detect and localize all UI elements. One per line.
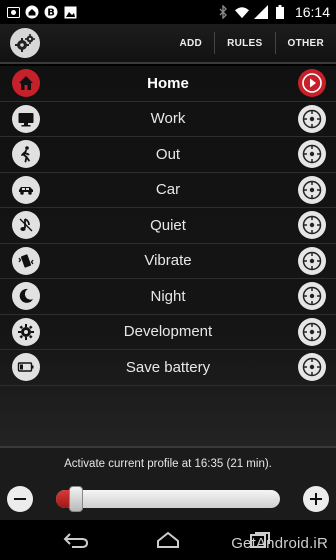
bitcoin-icon: B: [44, 5, 58, 19]
moon-icon: [12, 282, 40, 311]
photo-icon: [6, 5, 20, 19]
schedule-dial-icon[interactable]: [298, 140, 326, 169]
schedule-dial-icon[interactable]: [298, 353, 326, 382]
schedule-dial-icon[interactable]: [298, 104, 326, 133]
gears-icon[interactable]: [10, 28, 40, 58]
profile-row-night[interactable]: Night: [0, 279, 336, 315]
profile-list: Home Work Out Car Quiet Vibrate Night De…: [0, 66, 336, 446]
profile-row-quiet[interactable]: Quiet: [0, 208, 336, 244]
back-button[interactable]: [60, 528, 92, 552]
schedule-panel: Activate current profile at 16:35 (21 mi…: [0, 446, 336, 520]
schedule-dial-icon[interactable]: [298, 175, 326, 204]
gear-icon: [12, 317, 40, 346]
back-icon: [63, 533, 89, 548]
home-icon: [25, 5, 39, 19]
profile-row-save-battery[interactable]: Save battery: [0, 350, 336, 386]
profile-label: Work: [150, 110, 186, 128]
bluetooth-icon: [216, 5, 230, 19]
profile-row-vibrate[interactable]: Vibrate: [0, 244, 336, 279]
rules-button[interactable]: RULES: [215, 31, 274, 55]
status-bar: B 16:14: [0, 0, 336, 24]
profile-row-work[interactable]: Work: [0, 102, 336, 137]
profile-label: Save battery: [125, 358, 211, 376]
schedule-slider-row: [0, 486, 336, 512]
profile-label: Vibrate: [144, 252, 192, 270]
slider-thumb[interactable]: [69, 486, 83, 512]
other-button[interactable]: OTHER: [276, 31, 336, 55]
schedule-dial-icon[interactable]: [298, 211, 326, 240]
profile-label: Out: [155, 145, 181, 163]
profile-row-car[interactable]: Car: [0, 173, 336, 208]
profile-row-home[interactable]: Home: [0, 66, 336, 102]
schedule-slider[interactable]: [56, 486, 280, 512]
signal-icon: [253, 5, 268, 19]
minus-button[interactable]: [7, 486, 33, 512]
svg-text:B: B: [47, 8, 55, 19]
schedule-dial-icon[interactable]: [298, 282, 326, 311]
profile-label: Quiet: [150, 216, 186, 234]
navigation-bar: GetAndroid.iR: [0, 520, 336, 560]
image-icon: [63, 5, 77, 19]
monitor-icon: [12, 104, 40, 133]
wifi-icon: [234, 5, 249, 19]
schedule-status: Activate current profile at 16:35 (21 mi…: [64, 458, 272, 470]
minus-icon: [14, 498, 26, 500]
profile-label: Development: [123, 323, 213, 341]
music-note-icon: [12, 211, 40, 240]
add-button[interactable]: ADD: [168, 31, 215, 55]
schedule-dial-icon[interactable]: [298, 246, 326, 275]
home-icon: [12, 69, 40, 98]
battery-icon: [12, 353, 40, 382]
walk-icon: [12, 140, 40, 169]
profile-label: Home: [147, 74, 189, 92]
profile-label: Car: [155, 181, 181, 199]
action-bar: ADD RULES OTHER: [0, 24, 336, 64]
plus-button[interactable]: [303, 486, 329, 512]
home-nav-icon: [157, 531, 179, 548]
profile-row-out[interactable]: Out: [0, 137, 336, 173]
profile-row-development[interactable]: Development: [0, 315, 336, 350]
profile-label: Night: [150, 287, 186, 305]
status-time: 16:14: [294, 4, 330, 20]
schedule-dial-icon[interactable]: [298, 317, 326, 346]
car-icon: [12, 175, 40, 204]
watermark-text: GetAndroid.iR: [231, 535, 328, 552]
home-button[interactable]: [152, 528, 184, 552]
plus-icon: [310, 493, 322, 505]
battery-icon: [273, 5, 287, 19]
profile-activate-icon[interactable]: [298, 69, 326, 98]
vibrate-icon: [12, 246, 40, 275]
